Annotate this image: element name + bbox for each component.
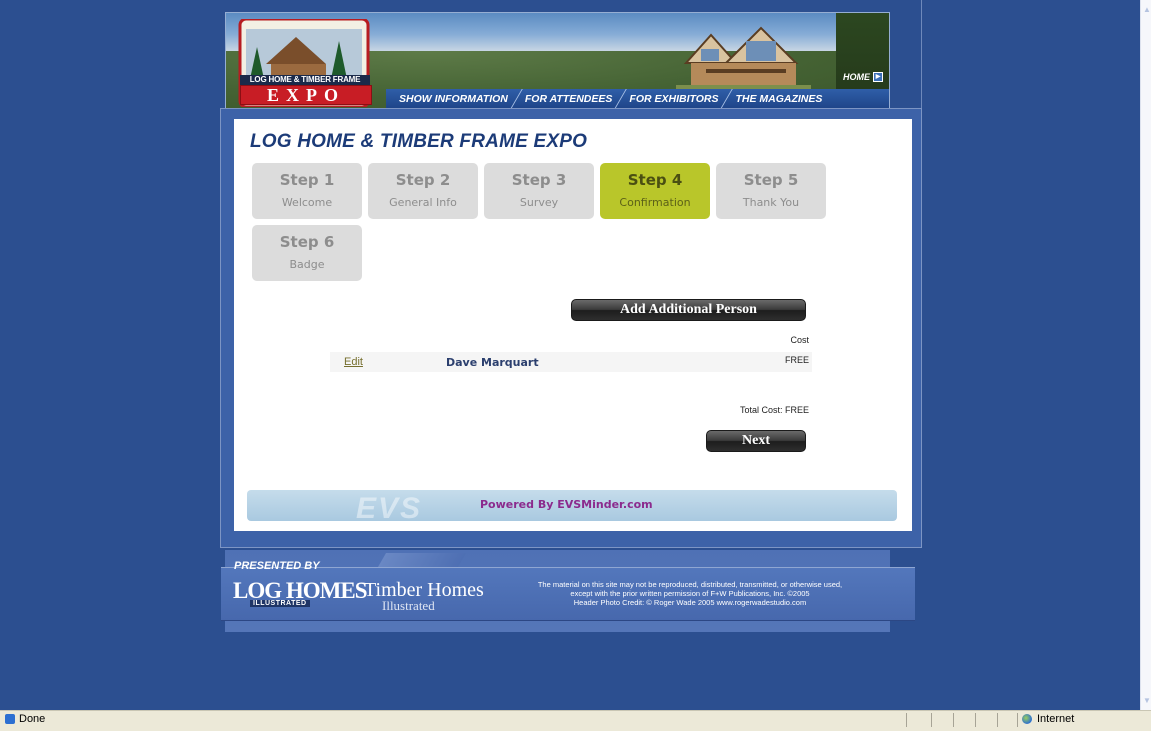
footer-legal-text: The material on this site may not be rep… [496,580,884,607]
browser-status-bar [0,710,1151,731]
lodge-photo-illustration [676,26,811,93]
attendee-row [330,352,812,372]
step-subtitle: Badge [289,258,325,271]
status-separator [953,713,954,727]
total-cost: Total Cost: FREE [739,405,809,415]
step-subtitle: General Info [389,196,457,209]
step-title: Step 1 [279,171,335,189]
main-navigation: SHOW INFORMATION FOR ATTENDEES FOR EXHIB… [386,89,889,109]
step-title: Step 6 [279,233,335,251]
step-5-thank-you[interactable]: Step 5 Thank You [716,163,826,219]
status-separator [931,713,932,727]
step-subtitle: Welcome [281,196,333,209]
status-separator [1017,713,1018,727]
step-title: Step 5 [743,171,799,189]
legal-line: The material on this site may not be rep… [537,580,843,589]
page-title: LOG HOME & TIMBER FRAME EXPO [250,131,588,152]
scroll-up-icon[interactable]: ▲ [1143,6,1151,14]
cost-column-header: Cost [790,335,809,345]
legal-line: Header Photo Credit: © Roger Wade 2005 w… [573,598,807,607]
home-arrow-icon[interactable]: ▶ [873,72,883,82]
scroll-down-icon[interactable]: ▼ [1143,697,1151,705]
step-6-badge[interactable]: Step 6 Badge [252,225,362,281]
internet-zone-icon [1022,714,1032,724]
status-separator [906,713,907,727]
step-3-survey[interactable]: Step 3 Survey [484,163,594,219]
nav-the-magazines[interactable]: THE MAGAZINES [730,93,827,105]
nav-for-attendees[interactable]: FOR ATTENDEES [520,93,618,105]
status-text: Done [19,713,46,725]
expo-logo-subtitle: LOG HOME & TIMBER FRAME [240,75,370,85]
site-header-banner: LOG HOME & TIMBER FRAME EXPO HOME ▶ SHOW… [225,12,890,110]
footer-decoration [377,553,467,567]
log-homes-illustrated-logo-sub: ILLUSTRATED [250,600,310,607]
nav-for-exhibitors[interactable]: FOR EXHIBITORS [624,93,723,105]
attendee-name: Dave Marquart [446,356,539,369]
edit-attendee-link[interactable]: Edit [344,356,363,368]
expo-logo-wordmark: EXPO [240,85,372,105]
step-title: Step 2 [395,171,451,189]
vertical-scrollbar[interactable]: ▲ ▼ [1140,0,1151,710]
step-title: Step 3 [511,171,567,189]
security-zone-text: Internet [1037,713,1075,725]
next-button[interactable]: Next [706,430,806,452]
step-subtitle: Survey [519,196,559,209]
step-4-confirmation[interactable]: Step 4 Confirmation [600,163,710,219]
page-status-icon [5,714,15,724]
timber-homes-illustrated-logo[interactable]: Timber Homes [364,580,484,600]
status-separator [975,713,976,727]
add-additional-person-button[interactable]: Add Additional Person [571,299,806,321]
step-1-welcome[interactable]: Step 1 Welcome [252,163,362,219]
evs-watermark-logo: EVS [356,492,423,525]
step-title: Step 4 [627,171,683,189]
home-link-label[interactable]: HOME [843,72,870,82]
timber-homes-illustrated-logo-sub: Illustrated [382,598,435,613]
status-separator [997,713,998,727]
presented-by-label: PRESENTED BY [234,560,320,572]
log-homes-illustrated-logo[interactable]: LOG HOMES [233,579,367,602]
powered-by-link[interactable]: Powered By EVSMinder.com [480,498,653,511]
home-link[interactable]: HOME ▶ [843,72,883,82]
attendee-cost: FREE [784,355,809,365]
step-subtitle: Confirmation [619,196,691,209]
step-2-general-info[interactable]: Step 2 General Info [368,163,478,219]
legal-line: except with the prior written permission… [570,589,810,598]
step-subtitle: Thank You [742,196,800,209]
nav-show-information[interactable]: SHOW INFORMATION [394,93,513,105]
